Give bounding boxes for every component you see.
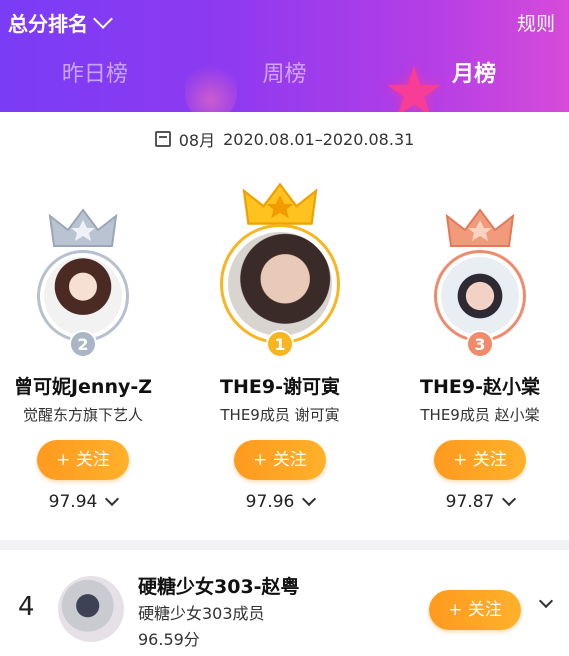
podium-rank-3: 3 THE9-赵小棠 THE9成员 赵小棠 + 关注 97.87 — [385, 172, 569, 532]
avatar[interactable] — [37, 250, 129, 342]
rank-badge: 3 — [466, 330, 494, 358]
silver-crown-icon — [48, 208, 118, 247]
period-tabs: 昨日榜 周榜 月榜 — [0, 52, 569, 98]
gold-crown-icon — [242, 182, 318, 225]
list-item-score: 96.59分 — [138, 630, 200, 649]
calendar-icon — [154, 131, 171, 147]
podium-name: THE9-谢可寅 — [220, 376, 340, 398]
ranking-type-dropdown[interactable]: 总分排名 — [8, 7, 113, 37]
tab-monthly[interactable]: 月榜 — [379, 52, 569, 98]
rank-badge: 1 — [266, 330, 294, 358]
chevron-down-icon — [105, 491, 120, 507]
chevron-down-icon — [302, 491, 317, 507]
score-value: 97.96 — [245, 492, 295, 512]
score-toggle[interactable]: 97.87 — [385, 491, 569, 512]
top-header: ★ 总分排名 规则 昨日榜 周榜 月榜 — [0, 0, 569, 112]
follow-button[interactable]: + 关注 — [234, 440, 326, 480]
period-range: 08月 2020.08.01–2020.08.31 — [0, 126, 569, 152]
tab-weekly[interactable]: 周榜 — [190, 52, 380, 98]
podium-desc: THE9成员 赵小棠 — [420, 406, 540, 424]
podium-rank-2: 2 曾可妮Jenny-Z 觉醒东方旗下艺人 + 关注 97.94 — [0, 172, 178, 532]
ranking-content: 08月 2020.08.01–2020.08.31 2 曾可妮Jenny-Z 觉… — [0, 112, 569, 656]
rules-link[interactable]: 规则 — [517, 9, 555, 36]
avatar[interactable] — [220, 224, 340, 344]
period-dates: 2020.08.01–2020.08.31 — [223, 129, 415, 149]
period-month: 08月 — [178, 131, 216, 150]
score-toggle[interactable]: 97.96 — [185, 491, 375, 512]
chevron-down-icon — [502, 491, 517, 507]
list-item-desc: 硬糖少女303成员 — [138, 604, 265, 623]
follow-button[interactable]: + 关注 — [434, 440, 526, 480]
ranking-type-label: 总分排名 — [8, 11, 88, 36]
tab-yesterday[interactable]: 昨日榜 — [0, 52, 190, 98]
podium-desc: THE9成员 谢可寅 — [220, 406, 340, 424]
podium-rank-1: 1 THE9-谢可寅 THE9成员 谢可寅 + 关注 97.96 — [185, 172, 375, 532]
chevron-down-icon[interactable] — [538, 593, 554, 609]
podium-name: THE9-赵小棠 — [420, 376, 540, 398]
rank-number: 4 — [18, 592, 35, 622]
podium-name: 曾可妮Jenny-Z — [13, 376, 153, 398]
podium-desc: 觉醒东方旗下艺人 — [22, 406, 143, 424]
section-divider — [0, 540, 569, 550]
rank-badge: 2 — [69, 330, 97, 358]
score-toggle[interactable]: 97.94 — [0, 491, 178, 512]
follow-button[interactable]: + 关注 — [429, 590, 521, 630]
avatar[interactable] — [434, 250, 526, 342]
score-value: 97.94 — [48, 492, 98, 512]
score-value: 97.87 — [445, 492, 495, 512]
bronze-crown-icon — [445, 208, 515, 247]
avatar[interactable] — [58, 576, 124, 642]
chevron-down-icon — [93, 9, 113, 29]
follow-button[interactable]: + 关注 — [37, 440, 129, 480]
list-item-name: 硬糖少女303-赵粤 — [138, 576, 300, 598]
list-item[interactable]: 4 硬糖少女303-赵粤 硬糖少女303成员 96.59分 + 关注 — [0, 562, 569, 656]
